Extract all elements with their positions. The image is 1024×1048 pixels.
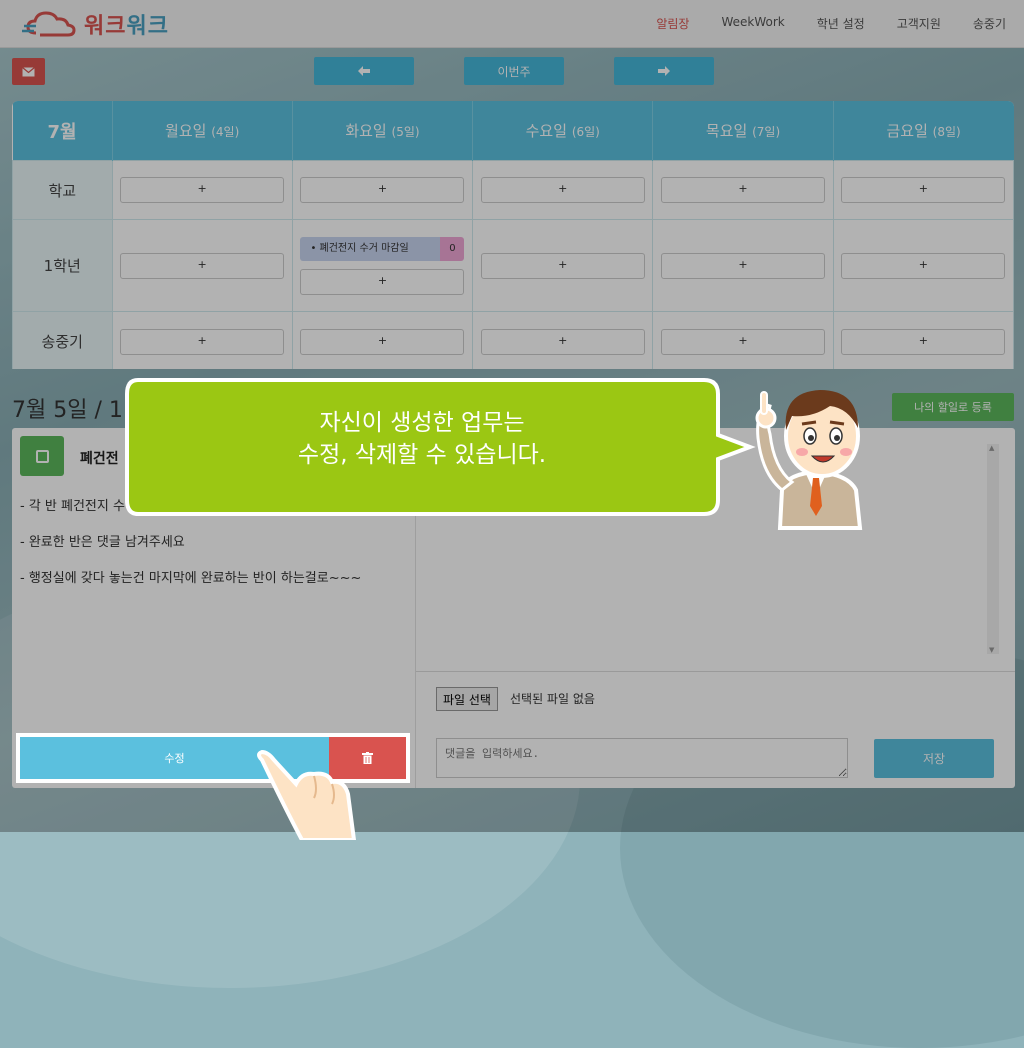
this-week-button[interactable]: 이번주 bbox=[464, 57, 564, 85]
add-task-button[interactable]: + bbox=[841, 252, 1006, 279]
comment-input[interactable] bbox=[436, 738, 848, 778]
nav-link-grade-settings[interactable]: 학년 설정 bbox=[817, 15, 865, 32]
day-date: (4일) bbox=[211, 125, 240, 139]
month-header: 7월 bbox=[12, 101, 113, 161]
complete-checkbox[interactable] bbox=[20, 436, 64, 476]
divider bbox=[416, 671, 1015, 672]
file-select-button[interactable]: 파일 선택 bbox=[436, 687, 498, 711]
task-line: - 각 반 폐건전지 수 bbox=[20, 499, 125, 514]
pointing-hand-icon bbox=[252, 749, 362, 842]
add-task-button[interactable]: + bbox=[120, 252, 285, 279]
nav-links: 알림장 WeekWork 학년 설정 고객지원 송중기 bbox=[656, 15, 1006, 32]
row-header-grade1: 1학년 bbox=[12, 219, 113, 312]
logo-text-2: 워크 bbox=[126, 14, 169, 39]
guide-character-icon bbox=[752, 378, 882, 530]
add-task-button[interactable]: + bbox=[120, 328, 285, 355]
day-header-tue: 화요일 (5일) bbox=[292, 101, 474, 161]
day-header-fri: 금요일 (8일) bbox=[833, 101, 1014, 161]
task-line: - 완료한 반은 댓글 남겨주세요 bbox=[20, 535, 185, 550]
day-date: (8일) bbox=[932, 125, 961, 139]
checkbox-icon bbox=[35, 449, 49, 463]
file-status: 선택된 파일 없음 bbox=[510, 692, 595, 706]
add-task-button[interactable]: + bbox=[120, 177, 285, 203]
row-header-user: 송중기 bbox=[12, 311, 113, 369]
add-task-button[interactable]: + bbox=[300, 328, 465, 355]
day-name: 수요일 bbox=[525, 122, 568, 140]
mail-button[interactable] bbox=[12, 58, 45, 85]
nav-link-support[interactable]: 고객지원 bbox=[897, 15, 941, 32]
envelope-icon bbox=[22, 66, 35, 76]
add-task-button[interactable]: + bbox=[300, 177, 465, 203]
day-header-wed: 수요일 (6일) bbox=[472, 101, 654, 161]
task-comment-count: 0 bbox=[440, 236, 465, 261]
comments-scrollbar[interactable] bbox=[987, 444, 999, 654]
day-date: (7일) bbox=[752, 125, 781, 139]
logo-text: 워크 bbox=[84, 14, 127, 39]
week-calendar: 7월 월요일 (4일) 화요일 (5일) 수요일 (6일) 목요일 (7일) 금… bbox=[12, 101, 1014, 369]
logo[interactable]: 워크워크 bbox=[22, 8, 169, 40]
day-name: 금요일 bbox=[886, 122, 928, 140]
add-task-button[interactable]: + bbox=[661, 252, 826, 279]
day-header-mon: 월요일 (4일) bbox=[112, 101, 293, 161]
cloud-logo-icon bbox=[22, 11, 76, 37]
add-task-button[interactable]: + bbox=[841, 177, 1006, 203]
prev-week-button[interactable] bbox=[314, 57, 414, 85]
day-date: (5일) bbox=[391, 125, 420, 139]
add-task-button[interactable]: + bbox=[480, 328, 645, 355]
day-name: 목요일 bbox=[705, 122, 748, 140]
add-task-button[interactable]: + bbox=[661, 328, 826, 355]
add-task-button[interactable]: + bbox=[300, 268, 465, 295]
row-header-school: 학교 bbox=[12, 160, 113, 220]
day-header-thu: 목요일 (7일) bbox=[652, 101, 834, 161]
tutorial-bubble: 자신이 생성한 업무는 수정, 삭제할 수 있습니다. bbox=[124, 377, 756, 517]
task-chip[interactable]: • 폐건전지 수거 마감일 0 bbox=[300, 236, 465, 261]
nav-link-user[interactable]: 송중기 bbox=[973, 15, 1006, 32]
add-task-button[interactable]: + bbox=[480, 177, 645, 203]
tutorial-line-1: 자신이 생성한 업무는 bbox=[319, 410, 525, 436]
tutorial-line-2: 수정, 삭제할 수 있습니다. bbox=[297, 442, 547, 468]
add-to-my-tasks-button[interactable]: 나의 할일로 등록 bbox=[892, 393, 1014, 421]
add-task-button[interactable]: + bbox=[841, 328, 1006, 355]
arrow-left-icon bbox=[358, 66, 370, 76]
add-task-button[interactable]: + bbox=[661, 177, 826, 203]
detail-date-title: 7월 5일 / 1 bbox=[12, 398, 123, 423]
arrow-right-icon bbox=[658, 66, 670, 76]
nav-link-weekwork[interactable]: WeekWork bbox=[721, 15, 784, 32]
top-navbar: 워크워크 알림장 WeekWork 학년 설정 고객지원 송중기 bbox=[0, 0, 1024, 48]
task-line: - 행정실에 갖다 놓는건 마지막에 완료하는 반이 하는걸로~~~ bbox=[20, 571, 362, 586]
task-chip-title: • 폐건전지 수거 마감일 bbox=[300, 236, 441, 261]
day-name: 화요일 bbox=[345, 122, 387, 140]
save-comment-button[interactable]: 저장 bbox=[874, 739, 994, 778]
next-week-button[interactable] bbox=[614, 57, 714, 85]
day-date: (6일) bbox=[571, 125, 600, 139]
nav-link-notice[interactable]: 알림장 bbox=[656, 15, 689, 32]
trash-icon bbox=[362, 752, 373, 764]
day-name: 월요일 bbox=[165, 122, 207, 140]
task-title: 폐건전 bbox=[80, 451, 119, 467]
add-task-button[interactable]: + bbox=[480, 252, 645, 279]
